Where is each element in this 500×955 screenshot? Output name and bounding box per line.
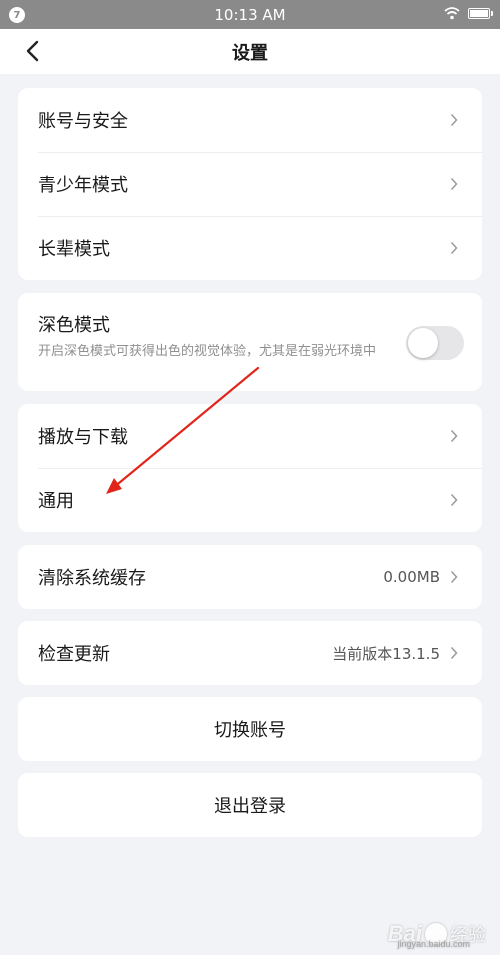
elder-mode-row[interactable]: 长辈模式 bbox=[18, 216, 482, 280]
dark-mode-description: 开启深色模式可获得出色的视觉体验，尤其是在弱光环境中 bbox=[38, 344, 377, 359]
row-label: 检查更新 bbox=[38, 644, 110, 665]
notification-badge-icon: 7 bbox=[9, 7, 25, 23]
chevron-right-icon bbox=[446, 645, 462, 661]
check-update-card: 检查更新 当前版本13.1.5 bbox=[18, 621, 482, 685]
chevron-left-icon bbox=[26, 40, 39, 62]
chevron-right-icon bbox=[446, 492, 462, 508]
logout-card: 退出登录 bbox=[18, 773, 482, 837]
check-update-row[interactable]: 检查更新 当前版本13.1.5 bbox=[18, 621, 482, 685]
switch-account-button[interactable]: 切换账号 bbox=[18, 697, 482, 761]
switch-account-card: 切换账号 bbox=[18, 697, 482, 761]
clear-cache-card: 清除系统缓存 0.00MB bbox=[18, 545, 482, 609]
page-title: 设置 bbox=[232, 42, 268, 64]
logout-button[interactable]: 退出登录 bbox=[18, 773, 482, 837]
notification-count: 7 bbox=[13, 9, 21, 21]
dark-mode-row: 深色模式 开启深色模式可获得出色的视觉体验，尤其是在弱光环境中 bbox=[18, 293, 482, 391]
watermark-url: jingyan.baidu.com bbox=[397, 939, 470, 949]
chevron-right-icon bbox=[446, 569, 462, 585]
chevron-right-icon bbox=[446, 112, 462, 128]
watermark: Bai 经验 jingyan.baidu.com bbox=[388, 921, 486, 949]
clear-cache-row[interactable]: 清除系统缓存 0.00MB bbox=[18, 545, 482, 609]
row-label: 清除系统缓存 bbox=[38, 568, 146, 589]
wifi-icon bbox=[444, 7, 460, 20]
row-label: 通用 bbox=[38, 491, 74, 512]
dark-mode-card: 深色模式 开启深色模式可获得出色的视觉体验，尤其是在弱光环境中 bbox=[18, 293, 482, 391]
teen-mode-row[interactable]: 青少年模式 bbox=[18, 152, 482, 216]
row-label: 播放与下载 bbox=[38, 427, 128, 448]
row-label: 长辈模式 bbox=[38, 239, 110, 260]
row-label: 账号与安全 bbox=[38, 111, 128, 132]
row-label: 青少年模式 bbox=[38, 175, 128, 196]
version-value: 当前版本13.1.5 bbox=[332, 644, 440, 663]
general-row[interactable]: 通用 bbox=[18, 468, 482, 532]
chevron-right-icon bbox=[446, 428, 462, 444]
account-security-row[interactable]: 账号与安全 bbox=[18, 88, 482, 152]
status-icons bbox=[444, 6, 493, 20]
back-button[interactable] bbox=[18, 37, 46, 65]
chevron-right-icon bbox=[446, 176, 462, 192]
playback-general-card: 播放与下载 通用 bbox=[18, 404, 482, 532]
status-bar: 7 10:13 AM bbox=[0, 0, 500, 29]
toggle-knob bbox=[408, 328, 438, 358]
navigation-bar: 设置 bbox=[0, 29, 500, 74]
account-settings-card: 账号与安全 青少年模式 长辈模式 bbox=[18, 88, 482, 280]
cache-size-value: 0.00MB bbox=[383, 568, 440, 586]
chevron-right-icon bbox=[446, 240, 462, 256]
playback-download-row[interactable]: 播放与下载 bbox=[18, 404, 482, 468]
dark-mode-label: 深色模式 bbox=[38, 315, 110, 336]
battery-icon bbox=[468, 7, 493, 19]
status-time: 10:13 AM bbox=[214, 5, 286, 24]
dark-mode-toggle[interactable] bbox=[406, 326, 464, 360]
